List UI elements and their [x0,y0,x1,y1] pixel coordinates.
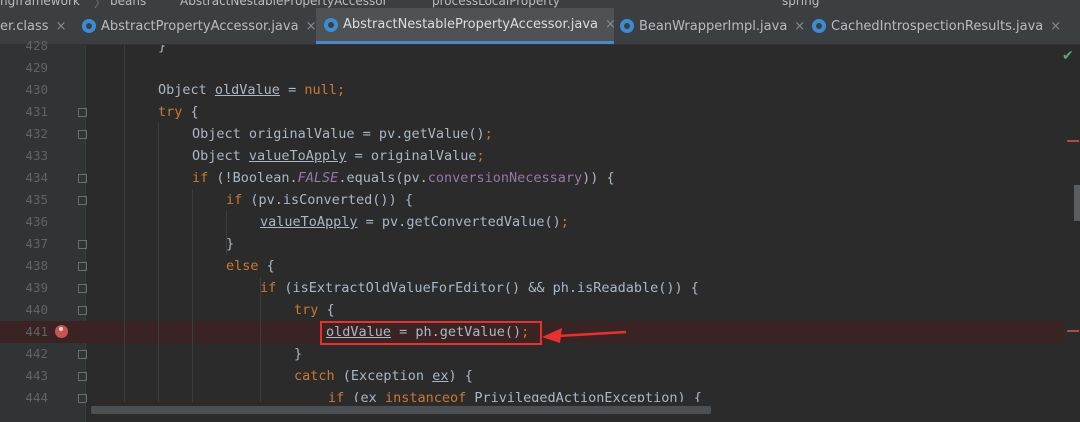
tab-label: CachedIntrospectionResults.java [831,18,1044,34]
code-line: else { [226,255,1064,277]
code-line: if (!Boolean.FALSE.equals(pv.conversionN… [192,167,1064,189]
java-class-icon [324,17,338,32]
line-number: 432 [25,126,48,141]
error-stripe-mark[interactable] [1067,140,1079,142]
code-text: Object originalValue = pv.getValue(); [192,126,493,142]
line-number: 431 [25,104,48,119]
code-line: try { [158,101,1064,123]
code-editor[interactable]: } Object oldValue = null; try { Object o… [86,45,1064,402]
inspection-ok-icon[interactable]: ✔ [1062,48,1074,64]
run-config-selector[interactable]: spring [782,0,819,8]
line-number: 437 [25,236,48,251]
horizontal-scrollbar[interactable] [86,402,1064,422]
line-number: 443 [25,368,48,383]
code-text: try { [158,104,199,120]
code-text: try { [294,302,335,318]
close-icon[interactable]: × [56,19,67,34]
code-line: try { [294,299,1064,321]
close-icon[interactable]: × [1050,19,1061,34]
code-line: } [158,45,167,54]
scrollbar-thumb[interactable] [1074,185,1080,221]
code-text: if (isExtractOldValueForEditor() && ph.i… [260,280,699,296]
code-text: if (ex instanceof PrivilegedActionExcept… [328,390,702,402]
tab-bean-wrapper-impl[interactable]: BeanWrapperImpl.java × [620,8,805,44]
line-number: 429 [25,60,48,75]
error-stripe-mark[interactable] [1067,330,1079,332]
line-number: 434 [25,170,48,185]
breadcrumb-item-class[interactable]: AbstractNestablePropertyAccessor [180,0,388,8]
annotation-highlight-box [320,321,542,345]
code-line: Object oldValue = null; [158,79,1064,101]
breadcrumb-separator: 〉 [94,0,107,8]
java-class-icon [620,19,634,33]
close-icon[interactable]: × [605,17,616,32]
tab-abstract-nestable-property-accessor[interactable]: AbstractNestablePropertyAccessor.java × [316,8,616,44]
code-line: if (pv.isConverted()) { [226,189,1064,211]
breadcrumb: ngframework 〉 beans AbstractNestableProp… [0,0,1080,8]
code-text: Object oldValue = null; [158,82,345,98]
tab-label: BeanWrapperImpl.java [639,18,788,34]
line-number: 444 [25,390,48,405]
line-number: 441 [25,324,48,339]
code-line: } [226,236,235,252]
editor-tab-bar: er.class × AbstractPropertyAccessor.java… [0,8,1080,45]
vertical-scrollbar[interactable] [1064,45,1080,422]
annotation-arrow-icon [542,328,627,343]
code-text: Object valueToApply = originalValue; [192,148,485,164]
breakpoint-icon[interactable] [55,325,68,338]
tab-label: AbstractPropertyAccessor.java [101,18,299,34]
line-number: 435 [25,192,48,207]
code-line: Object originalValue = pv.getValue(); [192,123,1064,145]
code-line: } [294,346,303,362]
code-text: catch (Exception ex) { [294,368,473,384]
java-class-icon [82,19,96,33]
line-number: 442 [25,346,48,361]
tab-label: er.class [0,18,49,34]
code-line: valueToApply = pv.getConvertedValue(); [260,211,1064,233]
line-number: 436 [25,214,48,229]
line-number: 438 [25,258,48,273]
line-number: 430 [25,82,48,97]
code-text: valueToApply = pv.getConvertedValue(); [260,214,569,230]
code-text: if (pv.isConverted()) { [226,192,413,208]
close-icon[interactable]: × [306,19,317,34]
line-number: 433 [25,148,48,163]
tab-label: AbstractNestablePropertyAccessor.java [343,17,598,32]
code-line: Object valueToApply = originalValue; [192,145,1064,167]
code-line: if (ex instanceof PrivilegedActionExcept… [328,387,1064,402]
breadcrumb-item-method[interactable]: processLocalProperty [432,0,560,8]
tab-cached-introspection-results[interactable]: CachedIntrospectionResults.java × [812,8,1064,44]
code-line: catch (Exception ex) { [294,365,1064,387]
code-line: if (isExtractOldValueForEditor() && ph.i… [260,277,1064,299]
tab-abstract-property-accessor[interactable]: AbstractPropertyAccessor.java × [82,8,317,44]
close-icon[interactable]: × [794,19,805,34]
code-text: else { [226,258,275,274]
line-number: 428 [25,38,48,53]
java-class-icon [812,19,826,33]
breadcrumb-item-package[interactable]: ngframework [0,0,80,8]
line-number: 439 [25,280,48,295]
line-number: 440 [25,302,48,317]
scrollbar-thumb[interactable] [91,406,711,414]
code-text: if (!Boolean.FALSE.equals(pv.conversionN… [192,170,615,186]
breadcrumb-item-beans[interactable]: beans [110,0,146,8]
